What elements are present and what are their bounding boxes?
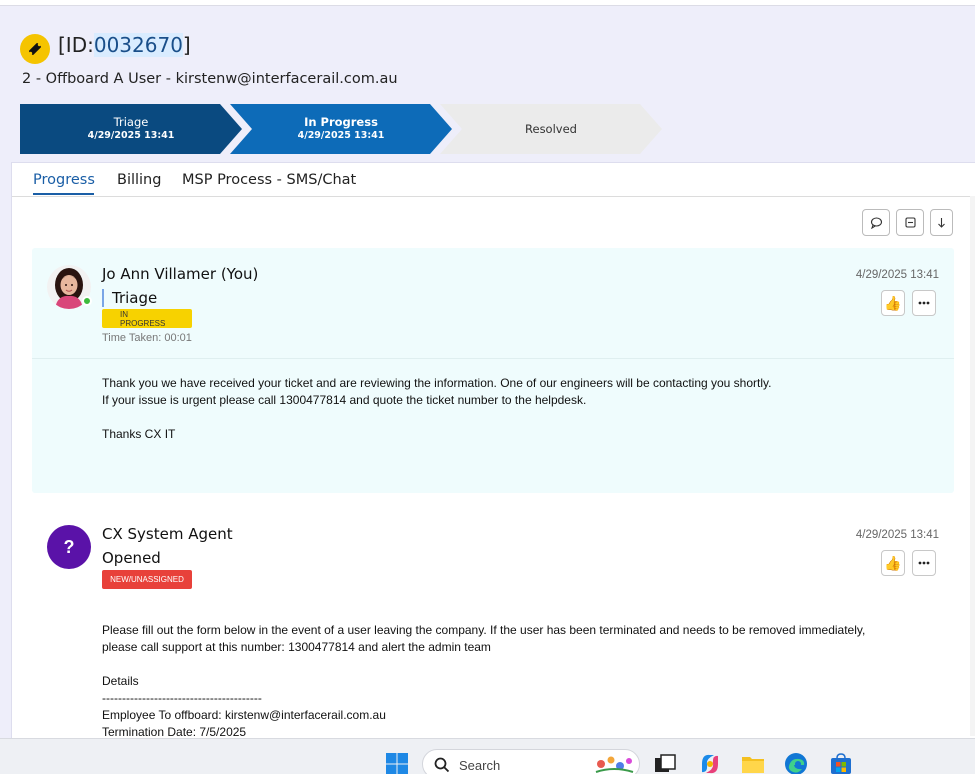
file-explorer-icon[interactable] — [740, 751, 766, 774]
stage-label: Triage — [113, 115, 149, 129]
tab-progress[interactable]: Progress — [33, 172, 95, 188]
entry-stage: Triage — [102, 289, 157, 307]
message-line: Details — [102, 674, 139, 688]
ticket-id: [ID:0032670] — [58, 33, 191, 57]
entry-timestamp: 4/29/2025 13:41 — [855, 529, 939, 541]
online-status-dot — [82, 296, 92, 306]
more-options-button[interactable] — [912, 550, 936, 576]
search-placeholder: Search — [459, 758, 501, 773]
taskbar-search[interactable]: Search — [422, 749, 640, 774]
comment-icon — [870, 217, 882, 229]
activity-entry: Jo Ann Villamer (You) Triage IN PROGRESS… — [32, 248, 954, 493]
message-line: Thanks CX IT — [102, 427, 176, 441]
entry-author: CX System Agent — [102, 525, 233, 543]
stage-label: Resolved — [525, 121, 577, 136]
time-taken: Time Taken: 00:01 — [102, 332, 192, 344]
more-dots-icon — [918, 561, 930, 565]
thumbs-up-icon: 👍 — [884, 554, 902, 571]
ticket-id-number[interactable]: 0032670 — [93, 33, 183, 57]
stage-progress: Triage 4/29/2025 13:41 In Progress 4/29/… — [20, 104, 665, 154]
panel-scrollbar[interactable] — [970, 196, 975, 736]
task-view-icon[interactable] — [652, 751, 678, 774]
ticket-title: 2 - Offboard A User - kirstenw@interface… — [22, 71, 398, 87]
status-badge: IN PROGRESS — [102, 309, 192, 328]
like-button[interactable]: 👍 — [881, 290, 905, 316]
search-highlight-art-icon — [591, 752, 637, 774]
entry-author: Jo Ann Villamer (You) — [102, 265, 259, 283]
ticket-header: [ID:0032670] 2 - Offboard A User - kirst… — [0, 7, 975, 163]
entry-timestamp: 4/29/2025 13:41 — [855, 269, 939, 281]
message-line: Please fill out the form below in the ev… — [102, 623, 866, 637]
stage-triage[interactable]: Triage 4/29/2025 13:41 — [20, 104, 242, 154]
store-icon[interactable] — [828, 751, 854, 774]
more-dots-icon — [918, 301, 930, 305]
like-button[interactable]: 👍 — [881, 550, 905, 576]
message-line: please call support at this number: 1300… — [102, 640, 491, 654]
windows-start-icon[interactable] — [385, 752, 409, 774]
ticket-panel: Progress Billing MSP Process - SMS/Chat — [11, 162, 975, 748]
edge-browser-icon[interactable] — [783, 751, 809, 774]
message-line: Employee To offboard: kirstenw@interface… — [102, 708, 386, 722]
comment-button[interactable] — [862, 209, 890, 236]
tab-msp-process[interactable]: MSP Process - SMS/Chat — [182, 172, 356, 188]
arrow-down-icon — [938, 218, 945, 228]
status-badge: NEW/UNASSIGNED — [102, 570, 192, 589]
collapse-icon — [904, 217, 916, 228]
message-line — [102, 656, 942, 673]
ticket-icon — [20, 34, 50, 64]
active-tab-indicator — [33, 193, 94, 195]
more-options-button[interactable] — [912, 290, 936, 316]
stage-date: 4/29/2025 13:41 — [297, 130, 385, 141]
taskbar: Search — [0, 738, 975, 774]
message-line: If your issue is urgent please call 1300… — [102, 393, 587, 407]
stage-in-progress[interactable]: In Progress 4/29/2025 13:41 — [230, 104, 452, 154]
stage-label: In Progress — [304, 115, 378, 129]
entry-stage: Opened — [102, 549, 161, 567]
message-line — [102, 409, 942, 426]
stage-date: 4/29/2025 13:41 — [87, 130, 175, 141]
message-line: Thank you we have received your ticket a… — [102, 376, 772, 390]
thumbs-up-icon: 👍 — [884, 294, 902, 311]
entry-message: Please fill out the form below in the ev… — [102, 622, 942, 741]
message-line: ---------------------------------------- — [102, 691, 262, 705]
window-top-edge — [0, 0, 975, 6]
entry-divider — [32, 358, 954, 359]
system-agent-avatar: ? — [47, 525, 91, 569]
search-icon — [434, 757, 450, 774]
activity-entry: ? CX System Agent Opened NEW/UNASSIGNED … — [32, 508, 954, 748]
tab-billing[interactable]: Billing — [117, 172, 161, 188]
sort-button[interactable] — [930, 209, 953, 236]
collapse-button[interactable] — [896, 209, 924, 236]
entry-message: Thank you we have received your ticket a… — [102, 375, 942, 443]
stage-resolved[interactable]: Resolved — [440, 104, 662, 154]
copilot-icon[interactable] — [697, 751, 723, 774]
tab-bar: Progress Billing MSP Process - SMS/Chat — [12, 163, 975, 197]
ticket-id-suffix: ] — [182, 33, 191, 57]
ticket-id-prefix: [ID: — [58, 33, 94, 57]
